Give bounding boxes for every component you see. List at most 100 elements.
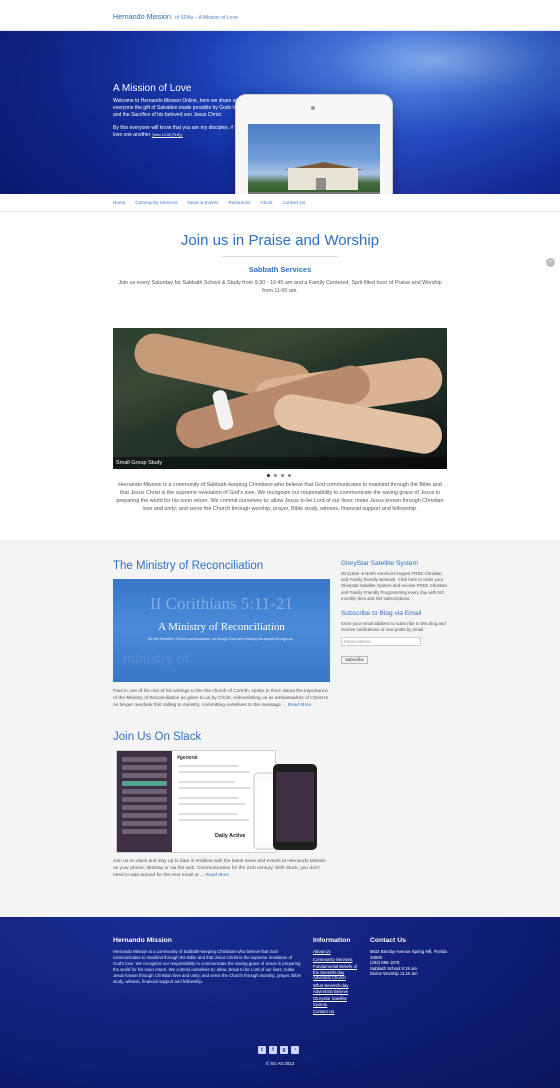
footer-about-heading: Hernando Mission	[113, 937, 172, 944]
about-text: Hernando Mission is a community of Sabba…	[116, 482, 444, 512]
footer-contact: Contact Us 6832 Barclay Avenue Spring Hi…	[370, 937, 450, 977]
footer-information-heading: Information	[313, 937, 351, 944]
slack-sidebar-row	[122, 805, 167, 810]
nav-item-home[interactable]: Home	[113, 200, 125, 205]
main-nav: Home Community Services News & Events Re…	[0, 194, 560, 212]
slack-message-line	[179, 765, 239, 767]
title-divider	[222, 256, 338, 257]
site-title-text[interactable]: Hernando Mission	[113, 12, 171, 21]
page-title: Join us in Praise and Worship	[180, 232, 380, 249]
slider-dot-1[interactable]	[267, 474, 270, 477]
slack-message-line	[179, 803, 245, 805]
footer-information: Information About Us Community Services …	[313, 937, 361, 1017]
footer-link-what-adventists-believe[interactable]: What Seventh-day Adventists Believe	[313, 983, 361, 994]
church-door	[316, 178, 326, 190]
ministry-excerpt: Paul in one of his one of his writings t…	[113, 688, 330, 710]
ministry-image-subheading: A Ministry of Reconciliation	[158, 621, 285, 633]
hero-banner: A Mission of Love Welcome to Hernando Mi…	[0, 31, 560, 194]
slack-message-line	[179, 813, 237, 815]
posts-column: The Ministry of Reconciliation II Corith…	[113, 560, 330, 878]
footer-link-contact[interactable]: Contact Us	[313, 1009, 361, 1015]
slack-sidebar	[117, 751, 172, 852]
google-plus-icon[interactable]: g	[280, 1046, 288, 1054]
slack-daily-active-text: Daily Active	[215, 833, 246, 839]
hero-text: A Mission of Love Welcome to Hernando Mi…	[113, 83, 243, 145]
footer-link-community-services[interactable]: Community Services	[313, 957, 361, 963]
twitter-icon[interactable]: t	[258, 1046, 266, 1054]
hero-paragraph-verse: By this everyone will know that you are …	[113, 125, 243, 139]
social-icons: t f g ◔	[258, 1046, 299, 1054]
nav-items: Home Community Services News & Events Re…	[113, 200, 315, 205]
footer-about: Hernando Mission Hernando Mission is a c…	[113, 937, 303, 985]
slack-sidebar-row	[122, 765, 167, 770]
slack-sidebar-row	[122, 797, 167, 802]
slack-message-line	[179, 771, 249, 773]
slack-image[interactable]: #general Daily Active	[113, 750, 317, 853]
subscribe-button[interactable]: Subscribe	[341, 656, 368, 665]
site-title[interactable]: Hernando Mission of SDAs – A Mission of …	[113, 12, 238, 21]
rss-icon[interactable]: ◔	[291, 1046, 299, 1054]
slide-caption: Small Group Study	[113, 457, 447, 469]
slack-message-line	[179, 797, 239, 799]
nav-item-news-events[interactable]: News & Events	[187, 200, 218, 205]
ministry-image-heading: II Corithians 5:11-21	[150, 594, 293, 613]
slack-message-line	[179, 781, 234, 783]
phone-screen	[276, 772, 314, 842]
slack-read-more-link[interactable]: Read More	[206, 873, 230, 878]
slider-dots	[267, 474, 291, 477]
sabbath-services-heading: Sabbath Services	[248, 265, 312, 274]
footer-divine-worship: Divine Worship 11:15 am	[370, 971, 418, 977]
church-photo	[248, 124, 380, 194]
slack-message-line	[179, 787, 251, 789]
image-slider[interactable]: Small Group Study	[113, 328, 447, 469]
slider-dot-4[interactable]	[288, 474, 291, 477]
sidebar: GloryStar Satellite System GloryStar is …	[341, 560, 447, 665]
sabbath-services-text: Join us every Saturday for Sabbath Schoo…	[118, 280, 442, 294]
facebook-icon[interactable]: f	[269, 1046, 277, 1054]
hero-paragraph-welcome: Welcome to Hernando Mission Online, here…	[113, 98, 242, 118]
ipad-image	[236, 95, 392, 194]
slack-sidebar-row	[122, 773, 167, 778]
slack-channel-name: #general	[177, 755, 198, 761]
footer-link-about[interactable]: About Us	[313, 949, 361, 955]
slack-sidebar-row	[122, 813, 167, 818]
slack-sidebar-row	[122, 829, 167, 834]
slack-sidebar-row-active	[122, 781, 167, 786]
site-header: Hernando Mission of SDAs – A Mission of …	[0, 0, 560, 31]
slider-dot-2[interactable]	[274, 474, 277, 477]
site-tagline: of SDAs – A Mission of Love	[174, 15, 238, 21]
subscribe-text: Enter your email address to subscribe to…	[341, 621, 446, 633]
parking-lot	[248, 192, 380, 194]
slack-excerpt: Join us on slack and stay up to date in …	[113, 858, 330, 880]
footer-contact-heading: Contact Us	[370, 937, 406, 944]
ministry-image-quote: We are therefore Christ's ambassadors, a…	[147, 637, 296, 641]
nav-item-about[interactable]: About	[261, 200, 273, 205]
ministry-read-more-link[interactable]: Read More	[288, 703, 312, 708]
slider-dot-3[interactable]	[281, 474, 284, 477]
slack-sidebar-row	[122, 789, 167, 794]
post-title-slack[interactable]: Join Us On Slack	[113, 731, 201, 743]
footer-address[interactable]: 6832 Barclay Avenue Spring Hill, Florida…	[370, 949, 450, 960]
slack-phone-black	[273, 764, 317, 850]
glorystar-text: GloryStar is North America's largest FRE…	[341, 571, 447, 601]
nav-item-community-services[interactable]: Community Services	[135, 200, 177, 205]
footer-about-text: Hernando Mission is a community of Sabba…	[113, 949, 301, 984]
post-title-ministry[interactable]: The Ministry of Reconciliation	[113, 560, 330, 572]
footer-link-glorystar[interactable]: Glorystar Satellite System	[313, 996, 361, 1007]
nav-item-contact[interactable]: Contact Us	[283, 200, 306, 205]
slack-sidebar-row	[122, 757, 167, 762]
copyright: © SG Art 2013	[265, 1061, 295, 1066]
site-footer: Hernando Mission Hernando Mission is a c…	[0, 917, 560, 1088]
subscribe-heading: Subscribe to Blog via Email	[341, 610, 422, 618]
hero-title: A Mission of Love	[113, 83, 192, 94]
slack-desktop-screenshot: #general Daily Active	[116, 750, 276, 853]
email-field[interactable]: Email Address	[341, 637, 421, 647]
slack-message-line	[179, 819, 249, 821]
ipad-camera	[311, 106, 315, 110]
footer-link-fundamental-beliefs[interactable]: Fundamental Beliefs of the Seventh-day A…	[313, 964, 361, 981]
hero-verse-link[interactable]: (John 13:35 (TLB)).	[152, 133, 183, 137]
ministry-image[interactable]: II Corithians 5:11-21 A Ministry of Reco…	[113, 579, 330, 682]
glorystar-heading[interactable]: GloryStar Satellite System	[341, 560, 447, 567]
nav-item-resources[interactable]: Resources	[229, 200, 251, 205]
slack-sidebar-row	[122, 821, 167, 826]
